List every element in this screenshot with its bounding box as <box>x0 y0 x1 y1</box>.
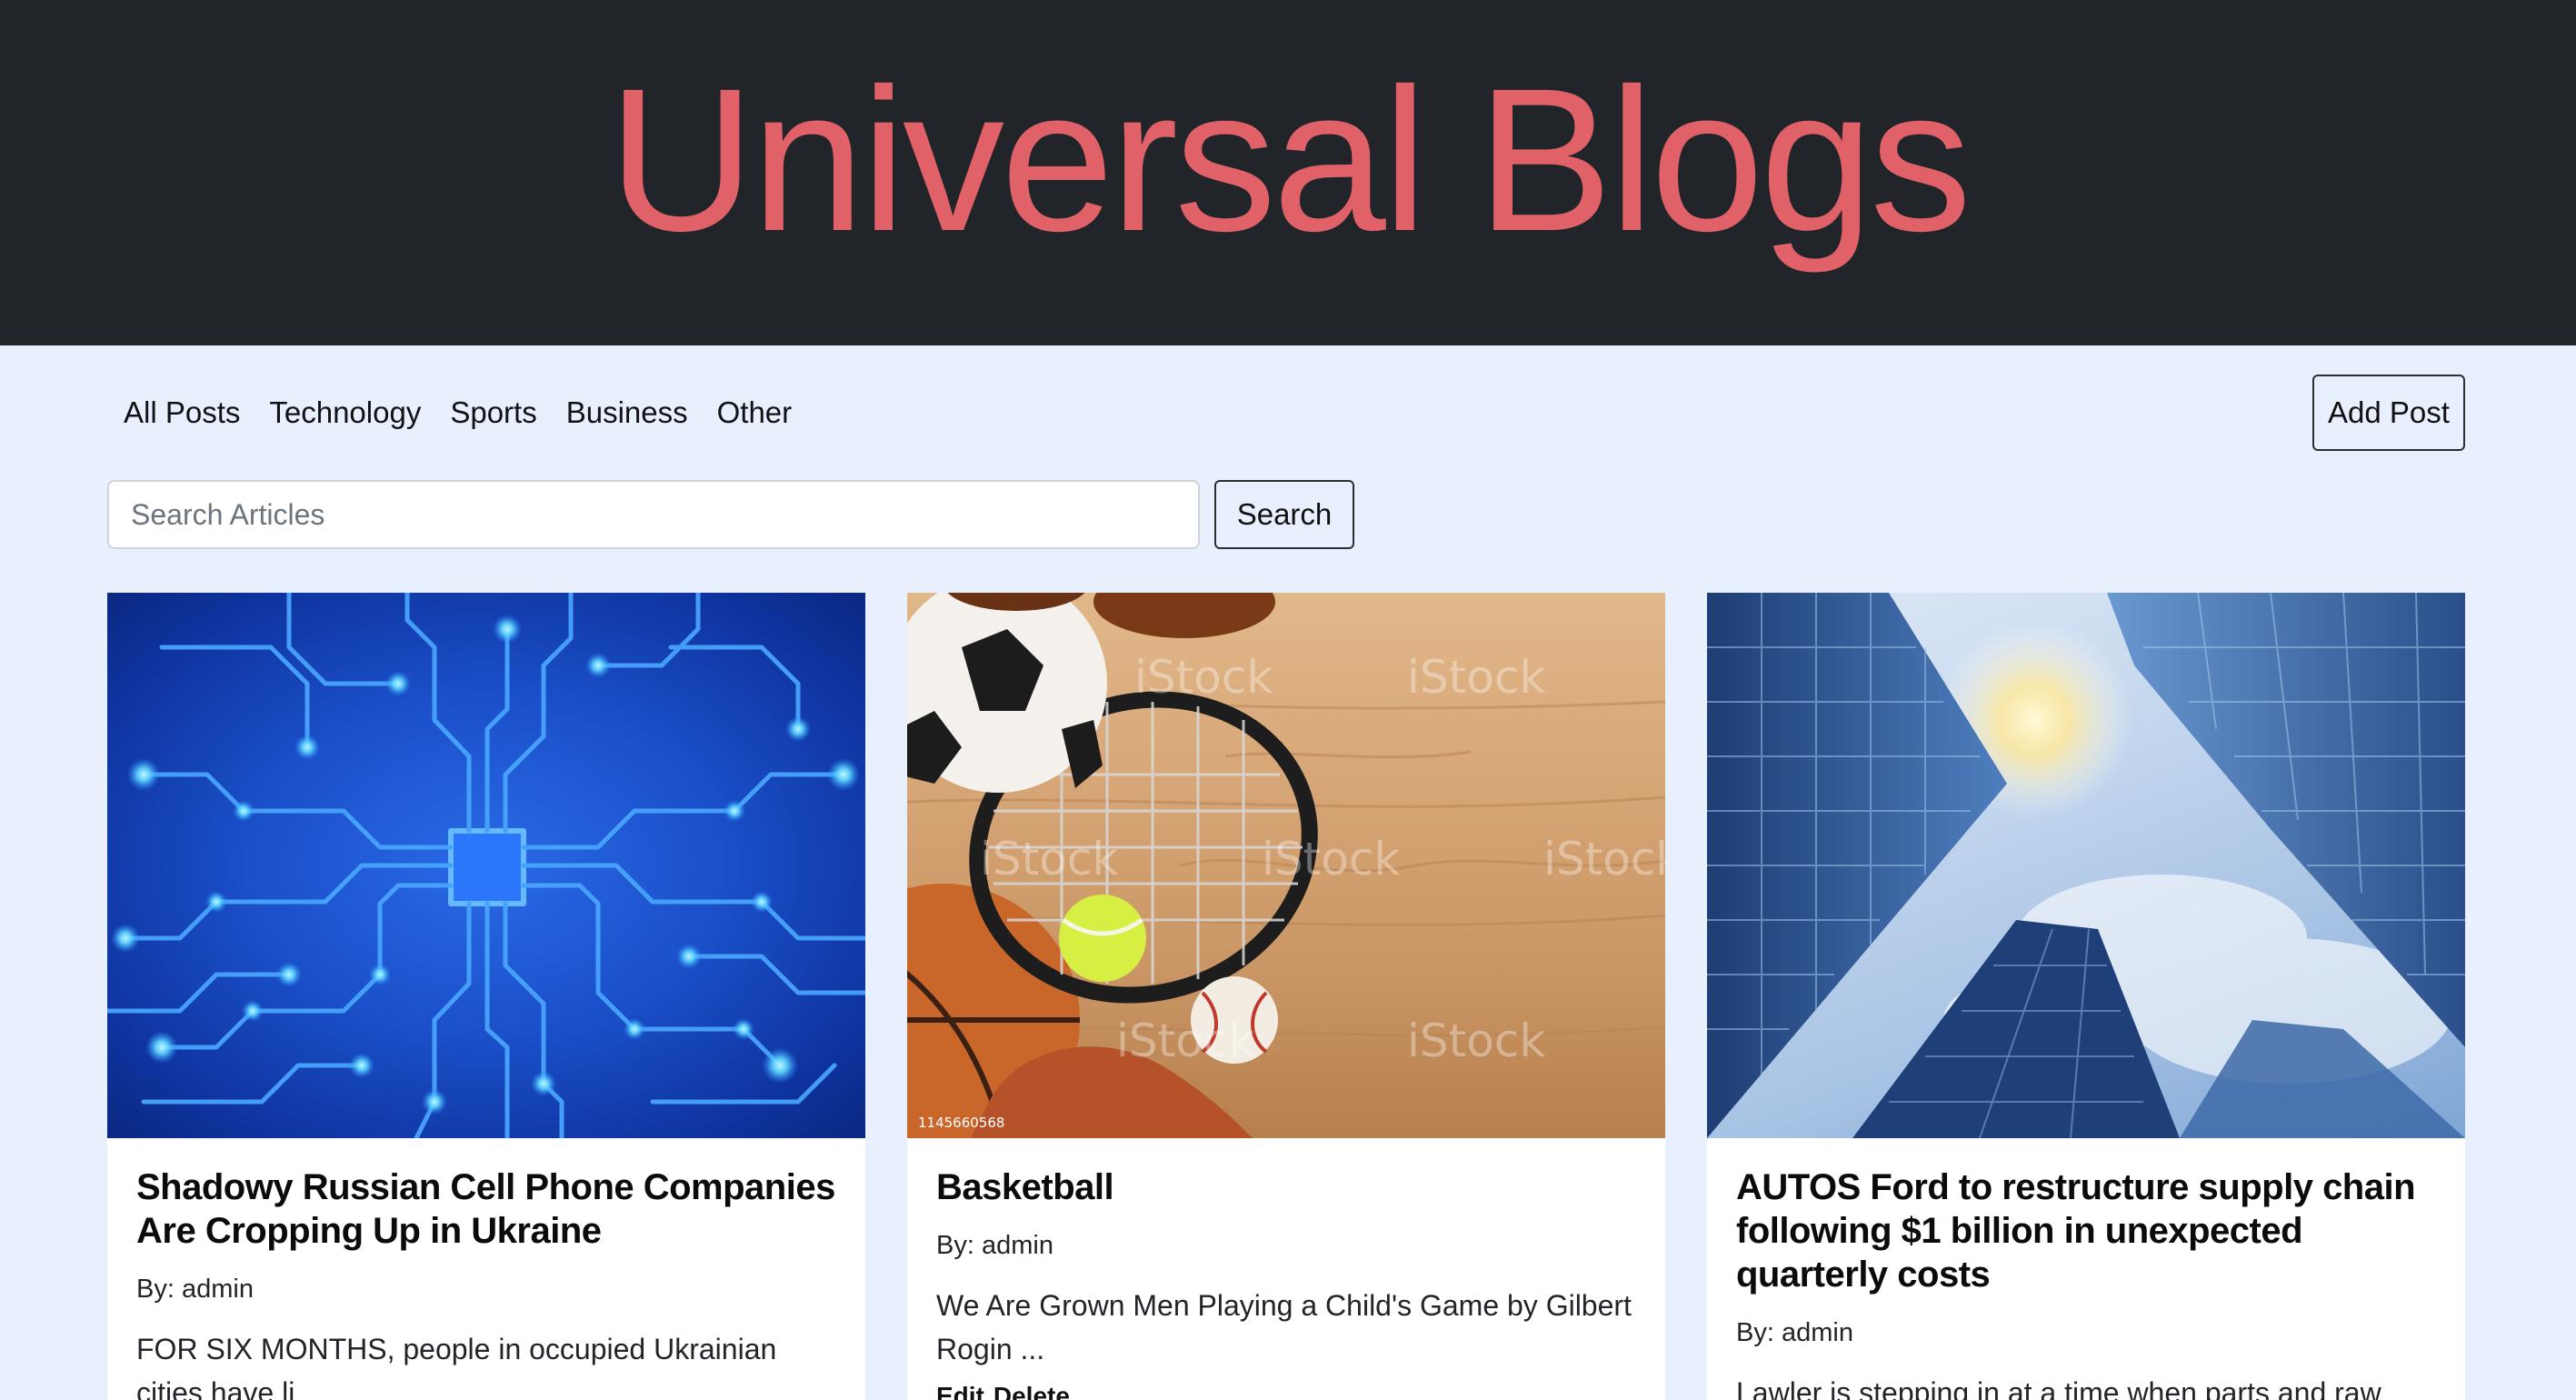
post-excerpt: FOR SIX MONTHS, people in occupied Ukrai… <box>136 1333 777 1400</box>
svg-text:iStock: iStock <box>980 833 1118 885</box>
post-title[interactable]: Shadowy Russian Cell Phone Companies Are… <box>136 1165 836 1253</box>
svg-text:iStock: iStock <box>1262 833 1400 885</box>
edit-post-link[interactable]: Edit <box>936 1382 984 1400</box>
nav-link-other[interactable]: Other <box>717 395 793 430</box>
card-body: Shadowy Russian Cell Phone Companies Are… <box>107 1138 865 1400</box>
circuit-board-image[interactable] <box>107 593 865 1138</box>
search-button[interactable]: Search <box>1214 480 1354 549</box>
site-header: Universal Blogs <box>0 0 2576 345</box>
post-excerpt: We Are Grown Men Playing a Child's Game … <box>936 1289 1632 1365</box>
card-body: Basketball By: admin We Are Grown Men Pl… <box>907 1138 1665 1400</box>
delete-post-link[interactable]: Delete <box>993 1382 1070 1400</box>
post-title[interactable]: AUTOS Ford to restructure supply chain f… <box>1736 1165 2436 1296</box>
nav-link-technology[interactable]: Technology <box>269 395 421 430</box>
svg-text:iStock: iStock <box>1116 1015 1254 1067</box>
site-title: Universal Blogs <box>607 46 1972 274</box>
post-actions: Edit Delete <box>936 1382 1636 1400</box>
svg-text:iStock: iStock <box>1543 833 1665 885</box>
category-nav: All Posts Technology Sports Business Oth… <box>107 375 2465 451</box>
post-card: iStock iStock iStock iStock iStock iStoc… <box>907 593 1665 1400</box>
svg-text:iStock: iStock <box>1134 651 1273 704</box>
nav-link-business[interactable]: Business <box>566 395 688 430</box>
skyscrapers-image[interactable] <box>1707 593 2465 1138</box>
sports-equipment-image[interactable]: iStock iStock iStock iStock iStock iStoc… <box>907 593 1665 1138</box>
post-grid: Shadowy Russian Cell Phone Companies Are… <box>107 593 2465 1400</box>
svg-text:1145660568: 1145660568 <box>918 1115 1004 1131</box>
svg-text:iStock: iStock <box>1407 1015 1545 1067</box>
search-input[interactable] <box>107 480 1200 549</box>
add-post-button[interactable]: Add Post <box>2312 375 2465 451</box>
svg-text:iStock: iStock <box>1407 651 1545 704</box>
post-card: AUTOS Ford to restructure supply chain f… <box>1707 593 2465 1400</box>
search-bar: Search <box>107 480 1354 549</box>
post-author: By: admin <box>1736 1318 1853 1347</box>
post-card: Shadowy Russian Cell Phone Companies Are… <box>107 593 865 1400</box>
card-body: AUTOS Ford to restructure supply chain f… <box>1707 1138 2465 1400</box>
post-excerpt: Lawler is stepping in at a time when par… <box>1736 1376 2381 1400</box>
nav-link-all-posts[interactable]: All Posts <box>124 395 240 430</box>
post-title[interactable]: Basketball <box>936 1165 1636 1209</box>
category-links: All Posts Technology Sports Business Oth… <box>107 375 792 451</box>
post-author: By: admin <box>936 1231 1053 1260</box>
post-author: By: admin <box>136 1275 254 1304</box>
nav-link-sports[interactable]: Sports <box>450 395 536 430</box>
